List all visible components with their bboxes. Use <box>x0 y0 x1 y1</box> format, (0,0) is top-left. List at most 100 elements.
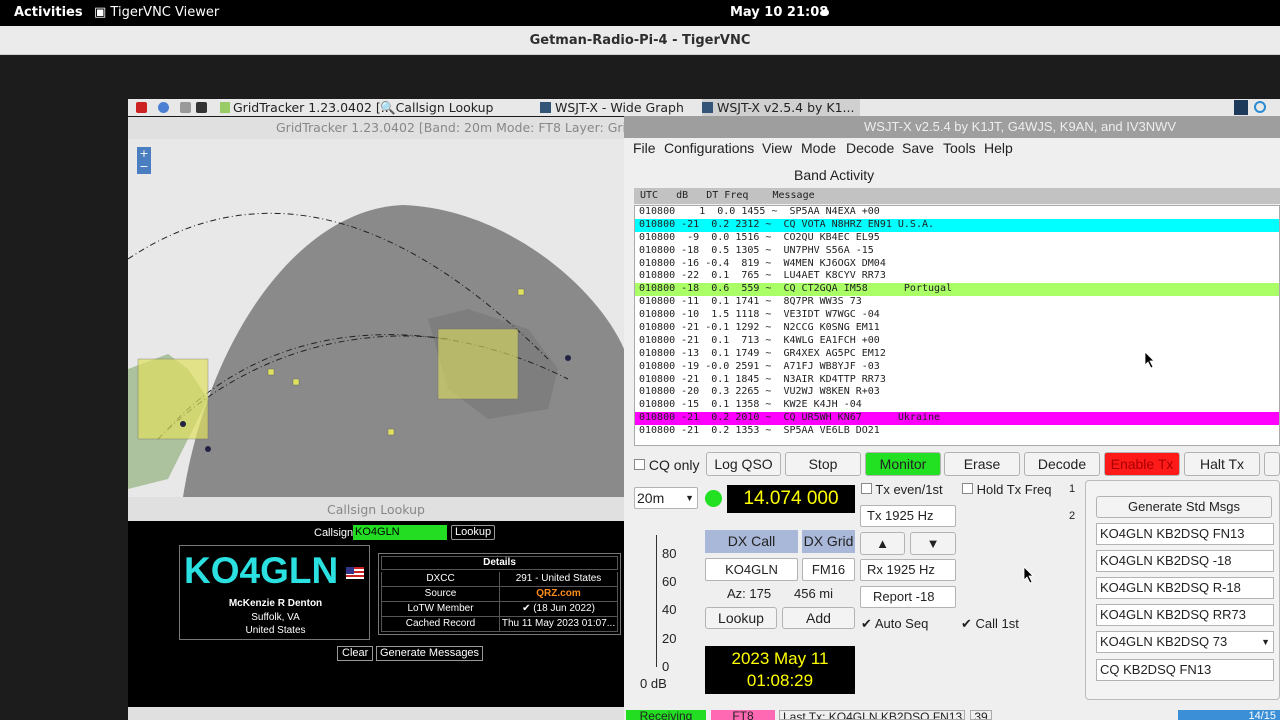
decode-row[interactable]: 010800 -10 1.5 1118 ~ VE3IDT W7WGC -04 <box>635 309 1279 323</box>
decode-row[interactable]: 010800 -13 0.1 1749 ~ GR4XEX AG5PC EM12 <box>635 347 1279 361</box>
tx2-message[interactable]: KO4GLN KB2DSQ -18 <box>1096 550 1274 572</box>
rx-to-tx-down-button[interactable]: ▼ <box>910 532 956 555</box>
menu-tools[interactable]: Tools <box>943 140 976 156</box>
vnc-tray-icon[interactable] <box>1234 100 1248 115</box>
tx6-message[interactable]: CQ KB2DSQ FN13 <box>1096 659 1274 681</box>
callsign-input[interactable]: KO4GLN <box>353 525 447 540</box>
decode-row[interactable]: 010800 -19 -0.0 2591 ~ A71FJ WB8YJF -03 <box>635 360 1279 374</box>
lookup-button[interactable]: Lookup <box>451 525 496 540</box>
monitor-button[interactable]: Monitor <box>865 452 941 476</box>
call-1st-checkbox[interactable]: ✔ Call 1st <box>961 616 1019 632</box>
hold-tx-freq-checkbox[interactable]: Hold Tx Freq <box>962 482 1052 497</box>
halt-tx-button[interactable]: Halt Tx <box>1184 452 1260 476</box>
decode-button[interactable]: Decode <box>1024 452 1100 476</box>
menu-configurations[interactable]: Configurations <box>664 140 754 156</box>
decode-row[interactable]: 010800 -21 0.1 1845 ~ N3AIR KD4TTP RR73 <box>635 373 1279 387</box>
activities-button[interactable]: Activities <box>14 5 83 20</box>
operator-city: Suffolk, VA <box>251 612 300 623</box>
dx-call-label-button[interactable]: DX Call <box>705 530 798 553</box>
receiving-status: Receiving <box>626 710 706 720</box>
tx-to-rx-up-button[interactable]: ▲ <box>860 532 905 555</box>
menu-view[interactable]: View <box>762 140 792 156</box>
erase-button[interactable]: Erase <box>944 452 1020 476</box>
clear-button[interactable]: Clear <box>337 646 374 661</box>
report-spinbox[interactable]: Report -18 <box>860 586 956 608</box>
decode-row[interactable]: 010800 -15 0.1 1358 ~ KW2E K4JH -04 <box>635 399 1279 413</box>
generate-std-msgs-button[interactable]: Generate Std Msgs <box>1096 496 1272 518</box>
decode-row[interactable]: 010800 -21 -0.1 1292 ~ N2CCG K0SNG EM11 <box>635 322 1279 335</box>
generate-messages-button[interactable]: Generate Messages <box>376 646 484 661</box>
clock[interactable]: May 10 21:08 <box>730 5 828 20</box>
terminal-icon[interactable] <box>196 102 207 113</box>
cq-only-checkbox[interactable]: CQ only <box>634 457 699 473</box>
menu-save[interactable]: Save <box>902 140 934 156</box>
decode-row[interactable]: 010800 1 0.0 1455 ~ SP5AA N4EXA +00 <box>635 206 1279 219</box>
details-key: DXCC <box>382 572 500 586</box>
decode-row[interactable]: 010800 -21 0.1 713 ~ K4WLG EA1FCH +00 <box>635 334 1279 348</box>
decode-row[interactable]: 010800 -16 -0.4 819 ~ W4MEN KJ6OGX DM04 <box>635 257 1279 271</box>
call-1st-label: Call 1st <box>975 616 1019 631</box>
tx5-message-select[interactable]: KO4GLN KB2DSQ 73 ▼ <box>1096 631 1274 653</box>
zoom-in-button[interactable]: + <box>137 147 151 160</box>
decode-row[interactable]: 010800 -18 0.6 559 ~ CQ CT2GQA IM58 Port… <box>635 283 1279 297</box>
tune-button[interactable] <box>1264 452 1280 476</box>
decode-row[interactable]: 010800 -18 0.5 1305 ~ UN7PHV S56A -15 <box>635 244 1279 258</box>
gridtracker-window: GridTracker 1.23.0402 [Band: 20m Mode: F… <box>128 117 624 720</box>
zoom-out-button[interactable]: − <box>137 160 151 173</box>
chevron-down-icon: ▼ <box>1261 637 1270 647</box>
wsjtx-icon <box>540 102 551 113</box>
task-gridtracker[interactable]: GridTracker 1.23.0402 [... <box>220 99 393 116</box>
details-value: QRZ.com <box>536 588 581 599</box>
decode-row[interactable]: 010800 -11 0.1 1741 ~ 8Q7PR WW3S 73 <box>635 296 1279 310</box>
task-wide-graph[interactable]: WSJT-X - Wide Graph <box>540 99 684 116</box>
auto-seq-checkbox[interactable]: ✔ Auto Seq <box>861 616 928 632</box>
tab-1[interactable]: 1 <box>1069 483 1075 495</box>
tx3-message[interactable]: KO4GLN KB2DSQ R-18 <box>1096 577 1274 599</box>
decode-row[interactable]: 010800 -21 0.2 2312 ~ CQ VOTA N8HRZ EN91… <box>635 218 1279 232</box>
triangle-down-icon: ▼ <box>926 536 940 551</box>
app-menu-label: TigerVNC Viewer <box>110 5 220 20</box>
decode-row[interactable]: 010800 -9 0.0 1516 ~ CO2QU KB4EC EL95 <box>635 231 1279 245</box>
remote-taskbar: GridTracker 1.23.0402 [... 🔍Callsign Loo… <box>128 99 1280 116</box>
callsign-big: KO4GLN <box>184 550 339 591</box>
menu-file[interactable]: File <box>633 140 656 156</box>
browser-icon[interactable] <box>158 102 169 113</box>
details-row: LoTW Member ✔ (18 Jun 2022) <box>381 602 618 617</box>
add-button[interactable]: Add <box>782 607 855 629</box>
folder-icon[interactable] <box>180 102 191 113</box>
raspberry-icon[interactable] <box>136 102 147 113</box>
tx4-message[interactable]: KO4GLN KB2DSQ RR73 <box>1096 604 1274 626</box>
menu-mode[interactable]: Mode <box>801 140 836 156</box>
bluetooth-icon[interactable] <box>1254 101 1266 113</box>
app-menu[interactable]: ▣ TigerVNC Viewer <box>94 5 219 20</box>
tx-freq-spinbox[interactable]: Tx 1925 Hz <box>860 505 956 527</box>
enable-tx-button[interactable]: Enable Tx <box>1104 452 1180 476</box>
decode-row[interactable]: 010800 -21 0.2 1353 ~ SP5AA VE6LB DO21 <box>635 425 1279 439</box>
log-qso-button[interactable]: Log QSO <box>706 452 781 476</box>
details-row: Cached Record Thu 11 May 2023 01:07... <box>381 617 618 632</box>
task-callsign-lookup[interactable]: 🔍Callsign Lookup <box>380 99 493 116</box>
tab-2[interactable]: 2 <box>1069 510 1075 522</box>
task-wsjtx[interactable]: WSJT-X v2.5.4 by K1... <box>702 99 861 116</box>
stop-button[interactable]: Stop <box>785 452 861 476</box>
tx-even-checkbox[interactable]: Tx even/1st <box>861 482 943 497</box>
dx-call-input[interactable]: KO4GLN <box>705 558 798 581</box>
dx-grid-label-button[interactable]: DX Grid <box>802 530 855 553</box>
callsign-card: KO4GLN McKenzie R Denton Suffolk, VA Uni… <box>179 545 370 640</box>
lookup-button[interactable]: Lookup <box>705 607 777 629</box>
decode-row[interactable]: 010800 -21 0.2 2010 ~ CQ UR5WH KN67 Ukra… <box>635 412 1279 426</box>
band-select[interactable]: 20m ▼ <box>634 487 698 509</box>
decode-row[interactable]: 010800 -22 0.1 765 ~ LU4AET K8CYV RR73 <box>635 270 1279 284</box>
cat-status-indicator[interactable] <box>705 490 722 507</box>
details-key: LoTW Member <box>382 602 500 616</box>
decode-row[interactable]: 010800 -20 0.3 2265 ~ VU2WJ W8KEN R+03 <box>635 386 1279 400</box>
tx1-message[interactable]: KO4GLN KB2DSQ FN13 <box>1096 523 1274 545</box>
band-activity-list[interactable]: 010800 1 0.0 1455 ~ SP5AA N4EXA +00 01080… <box>634 205 1280 446</box>
dx-grid-input[interactable]: FM16 <box>802 558 855 581</box>
operator-name: McKenzie R Denton <box>228 598 323 609</box>
grid-map[interactable]: + − <box>128 139 624 497</box>
menu-help[interactable]: Help <box>984 140 1013 156</box>
rx-freq-spinbox[interactable]: Rx 1925 Hz <box>860 559 956 581</box>
zoom-control[interactable]: + − <box>137 147 151 174</box>
menu-decode[interactable]: Decode <box>846 140 894 156</box>
